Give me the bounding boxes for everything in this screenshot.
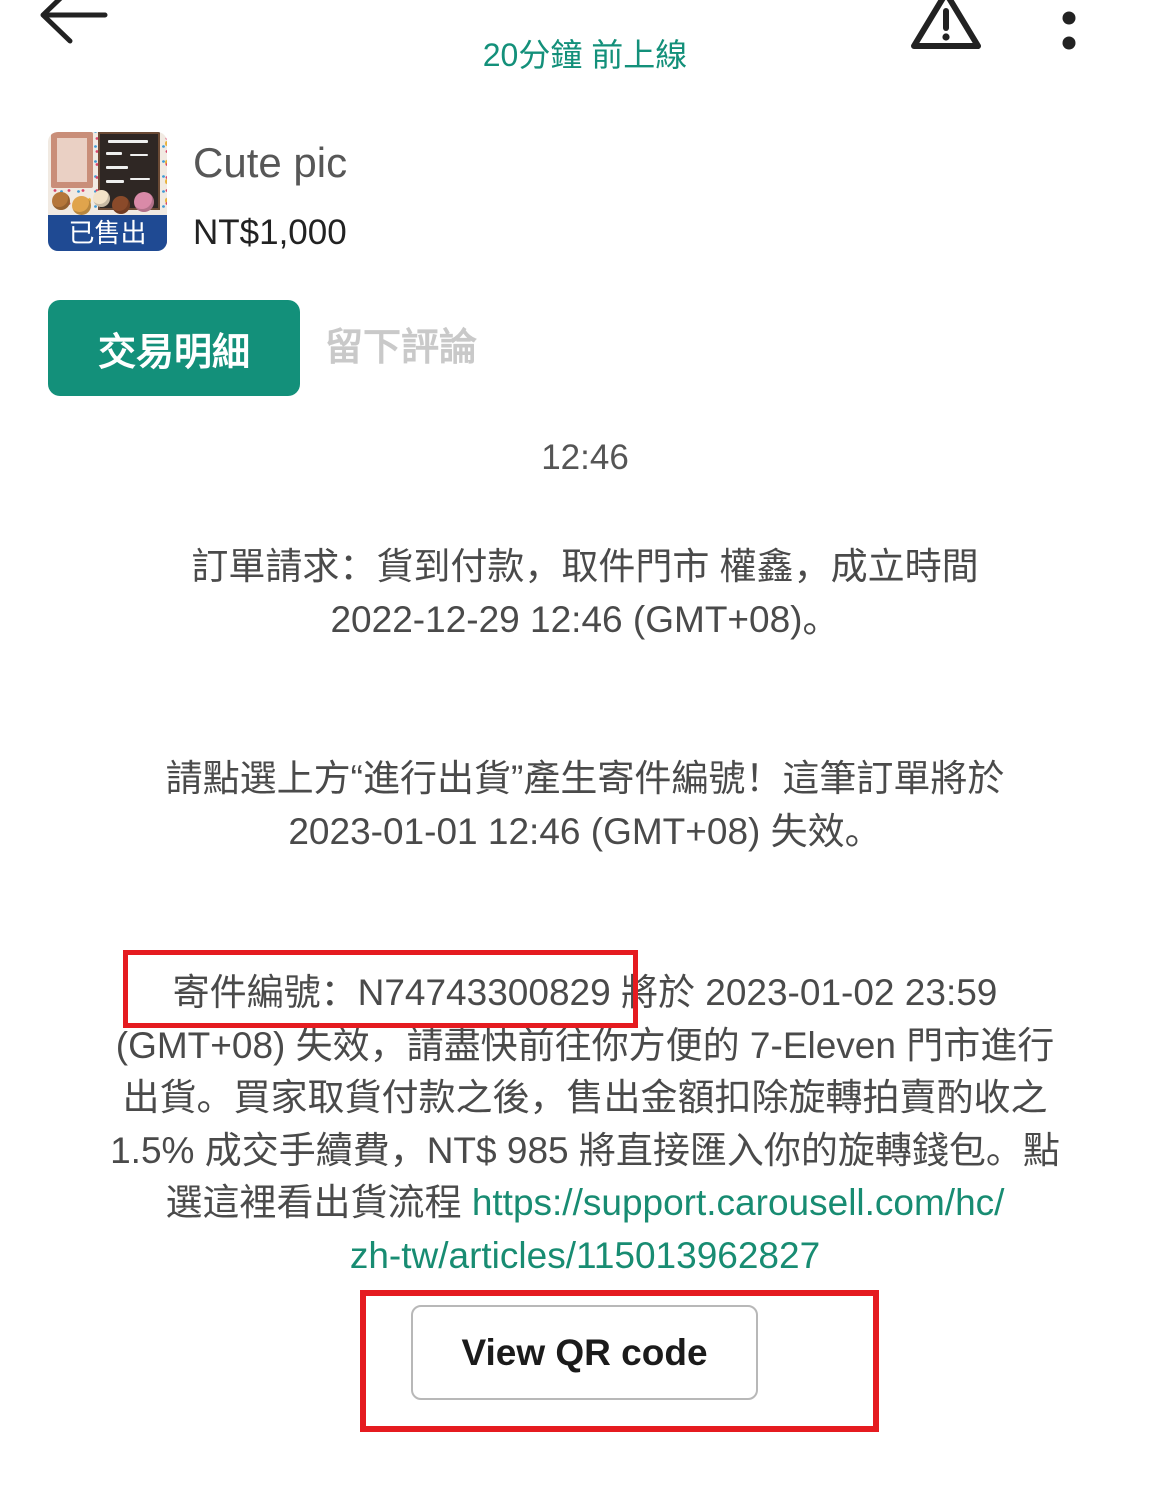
shipping-guide-link[interactable]: https://support.carousell.com/hc/ — [472, 1182, 1005, 1223]
message-timestamp: 12:46 — [541, 438, 629, 477]
photo-chalk-stroke — [108, 140, 148, 143]
sold-badge-label: 已售出 — [68, 218, 147, 248]
photo-cupcake — [93, 190, 110, 207]
system-message-ship-reminder: 請點選上方“進行出貨”產生寄件編號！這筆訂單將於 2023-01-01 12:4… — [0, 753, 1170, 858]
system-message-order-request: 訂單請求：貨到付款，取件門市 權鑫，成立時間 2022-12-29 12:46 … — [0, 541, 1170, 646]
listing-summary[interactable]: 已售出 Cute pic NT$1,000 — [48, 132, 748, 252]
sold-badge: 已售出 — [48, 215, 167, 251]
photo-chalk-stroke — [106, 166, 128, 169]
message-line: 2023-01-01 12:46 (GMT+08) 失效。 — [288, 810, 882, 852]
message-line: zh-tw/articles/115013962827 — [0, 1230, 1170, 1283]
listing-thumbnail[interactable]: 已售出 — [48, 132, 167, 251]
online-status: 20分鐘 前上線 — [482, 37, 688, 73]
photo-cupcake — [52, 192, 70, 210]
report-button[interactable] — [910, 0, 982, 50]
photo-chalk-stroke — [106, 152, 122, 155]
highlight-box-qr-button — [360, 1290, 879, 1432]
message-line: 2022-12-29 12:46 (GMT+08)。 — [330, 598, 840, 640]
listing-price: NT$1,000 — [193, 213, 347, 252]
photo-chalk-stroke — [106, 180, 124, 183]
warning-icon — [911, 0, 981, 49]
transaction-details-label: 交易明細 — [97, 331, 250, 374]
message-line: 訂單請求：貨到付款，取件門市 權鑫，成立時間 — [191, 546, 979, 587]
message-line: 出貨。買家取貨付款之後，售出金額扣除旋轉拍賣酌收之 — [122, 1077, 1048, 1118]
photo-chalk-stroke — [130, 154, 148, 156]
photo-cupcake — [72, 196, 91, 215]
message-line: 1.5% 成交手續費，NT$ 985 將直接匯入你的旋轉錢包。點 — [110, 1129, 1060, 1171]
message-text: 選這裡看出貨流程 — [165, 1182, 462, 1223]
message-line: 請點選上方“進行出貨”產生寄件編號！這筆訂單將於 — [165, 758, 1005, 799]
photo-menu-card — [57, 138, 87, 182]
more-options-button[interactable] — [1055, 0, 1083, 52]
leave-review-button[interactable]: 留下評論 — [325, 300, 477, 396]
more-vertical-icon — [1062, 11, 1076, 50]
photo-chalk-stroke — [130, 178, 150, 180]
photo-cupcake — [112, 196, 130, 214]
photo-cupcake — [134, 192, 154, 212]
shipping-guide-link[interactable]: zh-tw/articles/115013962827 — [350, 1235, 820, 1276]
photo-menu-frame — [51, 132, 93, 188]
message-line: 選這裡看出貨流程 https://support.carousell.com/h… — [0, 1177, 1170, 1230]
listing-title: Cute pic — [193, 139, 348, 186]
highlight-box-tracking-number — [123, 950, 638, 1028]
transaction-details-button[interactable]: 交易明細 — [48, 300, 300, 396]
